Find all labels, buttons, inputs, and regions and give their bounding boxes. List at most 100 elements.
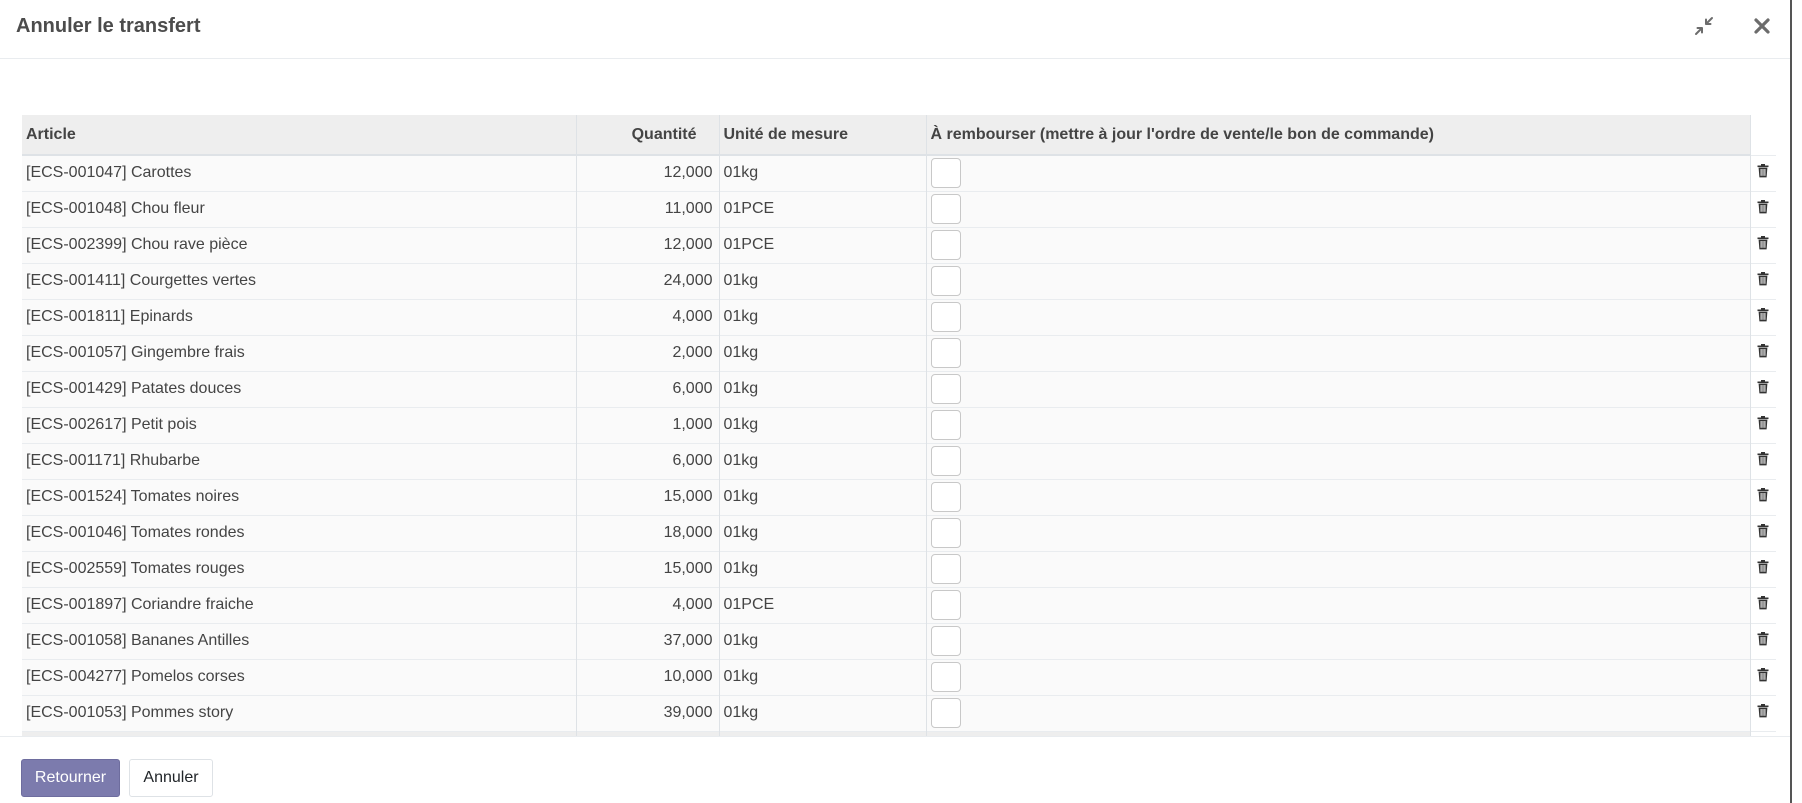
cell-article[interactable]: [ECS-002617] Petit pois bbox=[22, 406, 576, 443]
trash-icon[interactable] bbox=[1757, 559, 1769, 579]
cell-uom[interactable]: 01kg bbox=[718, 406, 926, 443]
table-row[interactable]: [ECS-002559] Tomates rouges 15,000 01kg bbox=[22, 550, 1776, 587]
refund-checkbox[interactable] bbox=[930, 518, 961, 548]
cell-quantity[interactable]: 15,000 bbox=[575, 550, 719, 587]
cell-article[interactable]: [ECS-001047] Carottes bbox=[22, 154, 576, 191]
cell-quantity[interactable]: 6,000 bbox=[575, 442, 719, 479]
table-row[interactable]: [ECS-001811] Epinards 4,000 01kg bbox=[22, 298, 1776, 335]
table-row[interactable]: [ECS-004277] Pomelos corses 10,000 01kg bbox=[22, 658, 1776, 695]
expand-button[interactable] bbox=[1688, 10, 1720, 42]
cell-uom[interactable]: 01kg bbox=[718, 334, 926, 371]
cell-article[interactable]: [ECS-001897] Coriandre fraiche bbox=[22, 586, 576, 623]
cell-article[interactable]: [ECS-002559] Tomates rouges bbox=[22, 550, 576, 587]
cell-quantity[interactable]: 4,000 bbox=[575, 298, 719, 335]
cell-quantity[interactable]: 1,000 bbox=[575, 406, 719, 443]
table-row[interactable]: [ECS-001058] Bananes Antilles 37,000 01kg bbox=[22, 622, 1776, 659]
cell-quantity[interactable]: 4,000 bbox=[575, 586, 719, 623]
refund-checkbox[interactable] bbox=[930, 446, 961, 476]
cell-article[interactable]: [ECS-001058] Bananes Antilles bbox=[22, 622, 576, 659]
refund-checkbox[interactable] bbox=[930, 410, 961, 440]
cell-uom[interactable]: 01PCE bbox=[718, 190, 926, 227]
cell-article[interactable]: [ECS-001429] Patates douces bbox=[22, 370, 576, 407]
cell-quantity[interactable]: 39,000 bbox=[575, 694, 719, 731]
cell-article[interactable]: [ECS-001057] Gingembre frais bbox=[22, 334, 576, 371]
refund-checkbox[interactable] bbox=[930, 662, 961, 692]
table-row[interactable]: [ECS-001053] Pommes story 39,000 01kg bbox=[22, 694, 1776, 731]
refund-checkbox[interactable] bbox=[930, 338, 961, 368]
trash-icon[interactable] bbox=[1757, 199, 1769, 219]
trash-icon[interactable] bbox=[1757, 307, 1769, 327]
trash-icon[interactable] bbox=[1757, 487, 1769, 507]
trash-icon[interactable] bbox=[1757, 163, 1769, 183]
cell-uom[interactable]: 01kg bbox=[718, 370, 926, 407]
cell-quantity[interactable]: 12,000 bbox=[575, 154, 719, 191]
refund-checkbox[interactable] bbox=[930, 590, 961, 620]
cell-uom[interactable]: 01kg bbox=[718, 658, 926, 695]
refund-checkbox[interactable] bbox=[930, 194, 961, 224]
close-button[interactable] bbox=[1746, 10, 1778, 42]
cell-uom[interactable]: 01kg bbox=[718, 262, 926, 299]
table-row[interactable]: [ECS-001057] Gingembre frais 2,000 01kg bbox=[22, 334, 1776, 371]
refund-checkbox[interactable] bbox=[930, 230, 961, 260]
table-row[interactable]: [ECS-001048] Chou fleur 11,000 01PCE bbox=[22, 190, 1776, 227]
trash-icon[interactable] bbox=[1757, 631, 1769, 651]
cell-quantity[interactable]: 10,000 bbox=[575, 658, 719, 695]
cell-quantity[interactable]: 11,000 bbox=[575, 190, 719, 227]
refund-checkbox[interactable] bbox=[930, 266, 961, 296]
cell-article[interactable]: [ECS-001524] Tomates noires bbox=[22, 478, 576, 515]
table-row[interactable]: [ECS-002617] Petit pois 1,000 01kg bbox=[22, 406, 1776, 443]
cell-uom[interactable]: 01PCE bbox=[718, 586, 926, 623]
cell-quantity[interactable]: 6,000 bbox=[575, 370, 719, 407]
trash-icon[interactable] bbox=[1757, 415, 1769, 435]
refund-checkbox[interactable] bbox=[930, 554, 961, 584]
cell-quantity[interactable]: 15,000 bbox=[575, 478, 719, 515]
trash-icon[interactable] bbox=[1757, 667, 1769, 687]
trash-icon[interactable] bbox=[1757, 271, 1769, 291]
cancel-button[interactable]: Annuler bbox=[129, 759, 213, 797]
cell-article[interactable]: [ECS-001048] Chou fleur bbox=[22, 190, 576, 227]
return-button[interactable]: Retourner bbox=[21, 759, 120, 797]
cell-article[interactable]: [ECS-001171] Rhubarbe bbox=[22, 442, 576, 479]
cell-quantity[interactable]: 24,000 bbox=[575, 262, 719, 299]
table-row[interactable]: [ECS-001046] Tomates rondes 18,000 01kg bbox=[22, 514, 1776, 551]
cell-article[interactable]: [ECS-001811] Epinards bbox=[22, 298, 576, 335]
cell-uom[interactable]: 01kg bbox=[718, 442, 926, 479]
table-row[interactable]: [ECS-001897] Coriandre fraiche 4,000 01PCE bbox=[22, 586, 1776, 623]
table-row[interactable]: [ECS-001524] Tomates noires 15,000 01kg bbox=[22, 478, 1776, 515]
trash-icon[interactable] bbox=[1757, 523, 1769, 543]
trash-icon[interactable] bbox=[1757, 451, 1769, 471]
cell-uom[interactable]: 01kg bbox=[718, 478, 926, 515]
column-header-refund[interactable]: À rembourser (mettre à jour l'ordre de v… bbox=[925, 115, 1750, 156]
cell-quantity[interactable]: 2,000 bbox=[575, 334, 719, 371]
table-row[interactable]: [ECS-001047] Carottes 12,000 01kg bbox=[22, 154, 1776, 191]
table-row[interactable]: [ECS-001171] Rhubarbe 6,000 01kg bbox=[22, 442, 1776, 479]
cell-uom[interactable]: 01kg bbox=[718, 550, 926, 587]
refund-checkbox[interactable] bbox=[930, 374, 961, 404]
cell-uom[interactable]: 01kg bbox=[718, 694, 926, 731]
trash-icon[interactable] bbox=[1757, 235, 1769, 255]
column-header-quantity[interactable]: Quantité bbox=[575, 115, 719, 156]
column-header-article[interactable]: Article bbox=[22, 115, 576, 156]
cell-uom[interactable]: 01kg bbox=[718, 622, 926, 659]
column-header-uom[interactable]: Unité de mesure bbox=[718, 115, 926, 156]
cell-uom[interactable]: 01kg bbox=[718, 514, 926, 551]
cell-quantity[interactable]: 12,000 bbox=[575, 226, 719, 263]
table-row[interactable]: [ECS-002399] Chou rave pièce 12,000 01PCE bbox=[22, 226, 1776, 263]
cell-quantity[interactable]: 37,000 bbox=[575, 622, 719, 659]
cell-uom[interactable]: 01PCE bbox=[718, 226, 926, 263]
trash-icon[interactable] bbox=[1757, 379, 1769, 399]
refund-checkbox[interactable] bbox=[930, 482, 961, 512]
cell-article[interactable]: [ECS-001046] Tomates rondes bbox=[22, 514, 576, 551]
cell-quantity[interactable]: 18,000 bbox=[575, 514, 719, 551]
trash-icon[interactable] bbox=[1757, 343, 1769, 363]
trash-icon[interactable] bbox=[1757, 595, 1769, 615]
cell-article[interactable]: [ECS-002399] Chou rave pièce bbox=[22, 226, 576, 263]
cell-uom[interactable]: 01kg bbox=[718, 298, 926, 335]
table-row[interactable]: [ECS-001429] Patates douces 6,000 01kg bbox=[22, 370, 1776, 407]
refund-checkbox[interactable] bbox=[930, 302, 961, 332]
cell-article[interactable]: [ECS-001053] Pommes story bbox=[22, 694, 576, 731]
trash-icon[interactable] bbox=[1757, 703, 1769, 723]
refund-checkbox[interactable] bbox=[930, 158, 961, 189]
table-row[interactable]: [ECS-001411] Courgettes vertes 24,000 01kg bbox=[22, 262, 1776, 299]
cell-uom[interactable]: 01kg bbox=[718, 154, 926, 191]
